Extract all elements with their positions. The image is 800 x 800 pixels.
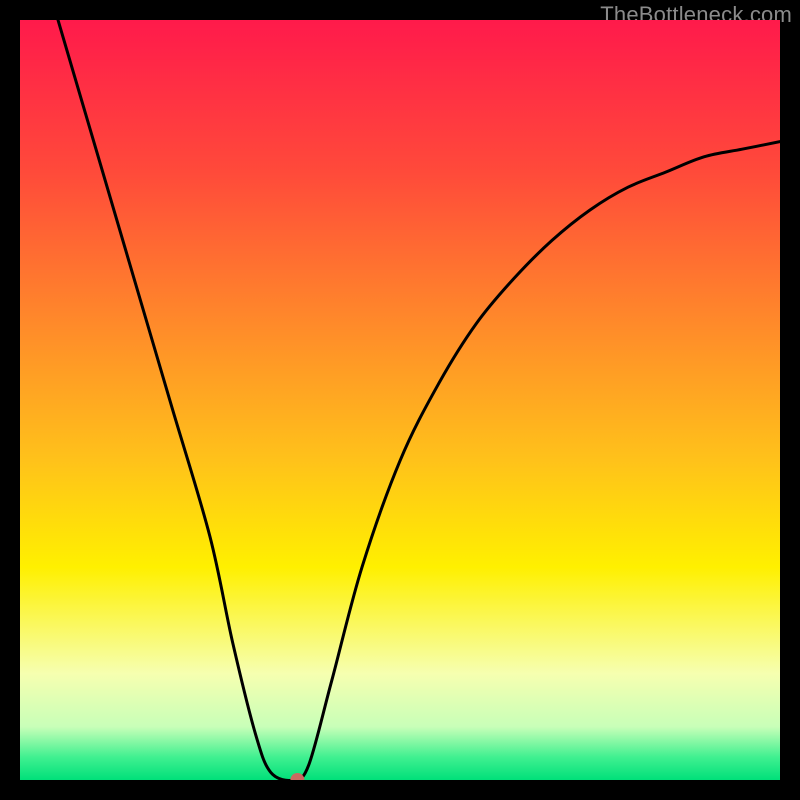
chart-gradient-background bbox=[20, 20, 780, 780]
chart-frame bbox=[20, 20, 780, 780]
